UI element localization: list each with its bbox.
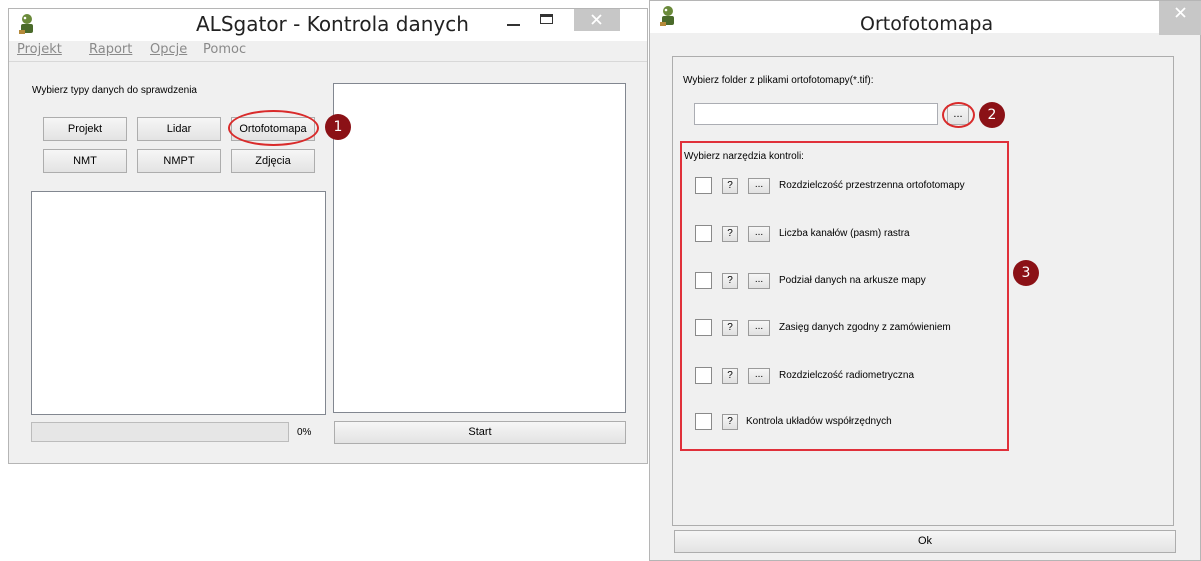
menu-bar: Projekt Raport Opcje Pomoc bbox=[9, 41, 647, 59]
left-list-panel[interactable] bbox=[31, 191, 326, 415]
callout-badge-1: 1 bbox=[325, 114, 351, 140]
tool-checkbox[interactable] bbox=[695, 177, 712, 194]
callout-badge-3: 3 bbox=[1013, 260, 1039, 286]
maximize-button[interactable] bbox=[534, 11, 560, 33]
menu-pomoc[interactable]: Pomoc bbox=[203, 42, 246, 57]
close-icon bbox=[1175, 7, 1186, 18]
tool-checkbox[interactable] bbox=[695, 413, 712, 430]
progress-bar bbox=[31, 422, 289, 442]
tool-settings-button[interactable]: ... bbox=[748, 178, 770, 194]
tool-label: Rozdzielczość radiometryczna bbox=[779, 370, 915, 381]
tool-help-button[interactable]: ? bbox=[722, 368, 738, 384]
menu-raport[interactable]: Raport bbox=[89, 42, 132, 57]
tools-label: Wybierz narzędzia kontroli: bbox=[684, 151, 804, 162]
callout-ring-ortofotomapa bbox=[228, 110, 319, 146]
dialog-close-button[interactable] bbox=[1159, 1, 1201, 35]
ortofotomapa-dialog: Ortofotomapa Wybierz folder z plikami or… bbox=[649, 0, 1201, 561]
tool-checkbox[interactable] bbox=[695, 319, 712, 336]
tool-settings-button[interactable]: ... bbox=[748, 273, 770, 289]
tool-help-button[interactable]: ? bbox=[722, 226, 738, 242]
tool-checkbox[interactable] bbox=[695, 225, 712, 242]
callout-badge-2: 2 bbox=[979, 102, 1005, 128]
right-output-panel[interactable] bbox=[333, 83, 626, 413]
ok-button[interactable]: Ok bbox=[674, 530, 1176, 553]
main-window-title: ALSgator - Kontrola danych bbox=[196, 12, 469, 36]
tool-help-button[interactable]: ? bbox=[722, 320, 738, 336]
tool-label: Zasięg danych zgodny z zamówieniem bbox=[779, 322, 951, 333]
close-icon bbox=[591, 14, 602, 25]
dialog-app-icon bbox=[660, 6, 674, 26]
close-button[interactable] bbox=[574, 9, 620, 31]
tool-settings-button[interactable]: ... bbox=[748, 368, 770, 384]
tool-checkbox[interactable] bbox=[695, 367, 712, 384]
lidar-button[interactable]: Lidar bbox=[137, 117, 221, 141]
menu-projekt[interactable]: Projekt bbox=[17, 42, 62, 57]
tool-label: Rozdzielczość przestrzenna ortofotomapy bbox=[779, 180, 965, 191]
data-types-label: Wybierz typy danych do sprawdzenia bbox=[32, 85, 197, 96]
menu-divider bbox=[9, 61, 647, 62]
menu-opcje[interactable]: Opcje bbox=[150, 42, 187, 57]
tool-help-button[interactable]: ? bbox=[722, 178, 738, 194]
callout-ring-browse bbox=[942, 102, 975, 128]
folder-path-input[interactable] bbox=[694, 103, 938, 125]
tool-label: Liczba kanałów (pasm) rastra bbox=[779, 228, 910, 239]
tool-help-button[interactable]: ? bbox=[722, 414, 738, 430]
nmpt-button[interactable]: NMPT bbox=[137, 149, 221, 173]
minimize-button[interactable] bbox=[501, 11, 527, 33]
main-titlebar: ALSgator - Kontrola danych bbox=[9, 9, 647, 41]
maximize-icon bbox=[540, 14, 553, 24]
folder-label: Wybierz folder z plikami ortofotomapy(*.… bbox=[683, 75, 874, 86]
dialog-titlebar: Ortofotomapa bbox=[650, 1, 1201, 35]
tool-label: Kontrola układów współrzędnych bbox=[746, 416, 892, 427]
main-window: ALSgator - Kontrola danych Projekt Rapor… bbox=[8, 8, 648, 464]
dialog-title: Ortofotomapa bbox=[860, 13, 994, 35]
tool-label: Podział danych na arkusze mapy bbox=[779, 275, 926, 286]
start-button[interactable]: Start bbox=[334, 421, 626, 444]
tool-checkbox[interactable] bbox=[695, 272, 712, 289]
nmt-button[interactable]: NMT bbox=[43, 149, 127, 173]
zdjecia-button[interactable]: Zdjęcia bbox=[231, 149, 315, 173]
tool-settings-button[interactable]: ... bbox=[748, 226, 770, 242]
minimize-icon bbox=[507, 24, 520, 26]
app-icon bbox=[19, 14, 33, 34]
tool-help-button[interactable]: ? bbox=[722, 273, 738, 289]
tool-settings-button[interactable]: ... bbox=[748, 320, 770, 336]
projekt-button[interactable]: Projekt bbox=[43, 117, 127, 141]
progress-percent: 0% bbox=[297, 427, 312, 438]
